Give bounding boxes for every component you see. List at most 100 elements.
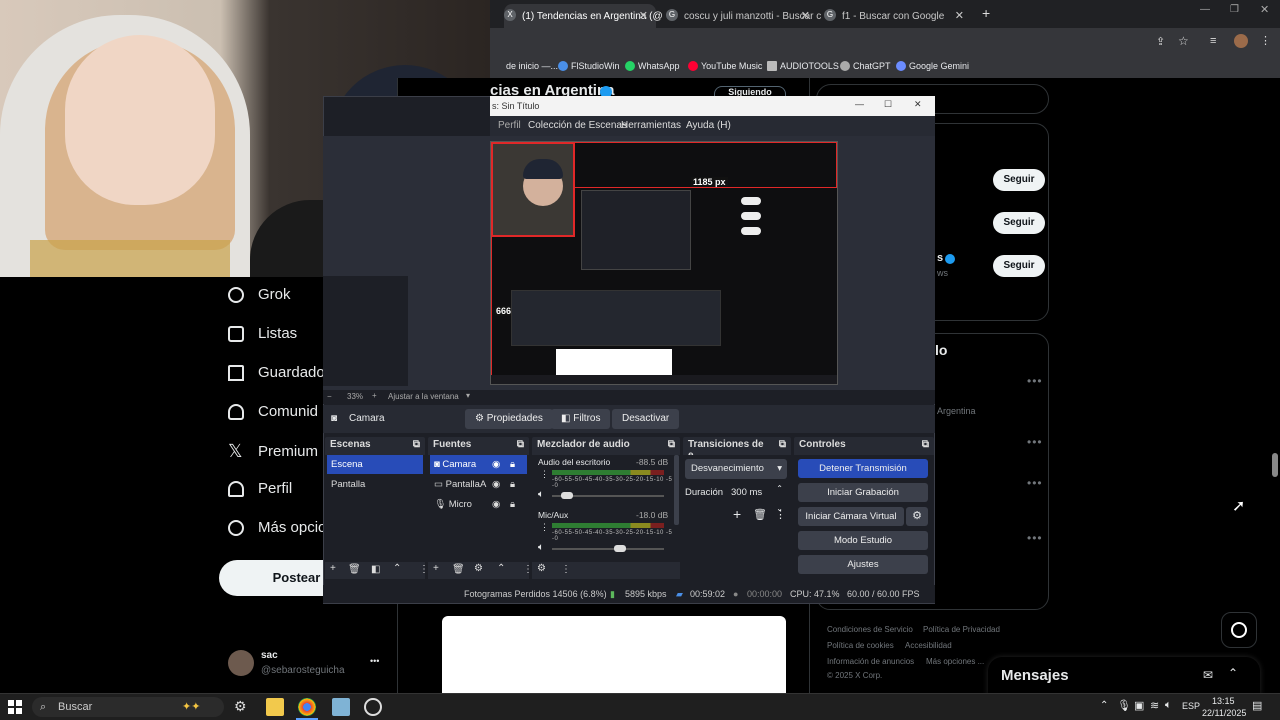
undock-icon[interactable]: ⧉ bbox=[413, 439, 420, 451]
nav-mas-opciones[interactable]: Más opcio bbox=[228, 519, 326, 536]
more-icon[interactable]: ••• bbox=[370, 656, 379, 666]
language-indicator[interactable]: ESP bbox=[1182, 701, 1200, 711]
close-tab-icon[interactable]: ✕ bbox=[639, 9, 648, 22]
close-tab-icon[interactable]: ✕ bbox=[801, 9, 810, 22]
star-icon[interactable]: ☆ bbox=[1178, 34, 1189, 48]
undock-icon[interactable]: ⧉ bbox=[922, 439, 929, 451]
menu-kebab-icon[interactable]: ⋮ bbox=[1260, 34, 1271, 47]
messages-drawer[interactable]: Mensajes ✉ ⌃ bbox=[988, 657, 1260, 695]
bookmark-item[interactable]: Google Gemini bbox=[896, 61, 969, 71]
eye-icon[interactable]: ◉ bbox=[492, 495, 500, 514]
source-item[interactable]: 🎙︎ Micro ◉ 🔒︎ bbox=[430, 495, 527, 514]
bookmark-item[interactable]: WhatsApp bbox=[625, 61, 680, 71]
menu-herramientas[interactable]: Herramientas bbox=[621, 120, 681, 131]
expand-icon[interactable]: ⌃ bbox=[1228, 666, 1238, 680]
nav-premium[interactable]: 𝕏 Premium bbox=[228, 441, 318, 462]
speaker-icon[interactable]: 🔈︎ bbox=[538, 542, 544, 553]
move-up-icon[interactable]: ⌃ bbox=[393, 563, 401, 574]
restore-icon[interactable]: ❐ bbox=[1230, 4, 1239, 15]
trash-icon[interactable]: 🗑︎ bbox=[753, 508, 767, 521]
bookmark-item[interactable]: YouTube Music bbox=[688, 61, 762, 71]
studio-mode-button[interactable]: Modo Estudio bbox=[798, 531, 928, 550]
volume-slider[interactable] bbox=[552, 545, 664, 552]
follow-button[interactable]: Seguir bbox=[993, 255, 1045, 277]
obs-icon[interactable] bbox=[364, 698, 382, 716]
nav-grok[interactable]: Grok bbox=[228, 286, 291, 303]
add-icon[interactable]: + bbox=[733, 506, 741, 522]
properties-button[interactable]: ⚙ Propiedades bbox=[465, 409, 553, 429]
footer-link[interactable]: Política de Privacidad bbox=[923, 625, 1000, 634]
bookmark-item[interactable]: AUDIOTOOLS bbox=[767, 61, 839, 71]
minimize-icon[interactable]: — bbox=[855, 99, 864, 109]
more-icon[interactable]: ••• bbox=[1027, 374, 1043, 388]
bookmark-item[interactable]: ChatGPT bbox=[840, 61, 891, 71]
address-bar[interactable]: ⇪ ☆ ≡ ⋮ bbox=[490, 28, 1280, 56]
taskbar-search[interactable]: ⌕ Buscar ✦✦ bbox=[32, 697, 224, 717]
bookmark-item[interactable]: FlStudioWin bbox=[558, 61, 620, 71]
source-item[interactable]: ◙ Camara ◉ 🔒︎ bbox=[430, 455, 527, 474]
filters-button[interactable]: ◧ Filtros bbox=[551, 409, 611, 429]
nav-listas[interactable]: Listas bbox=[228, 325, 297, 342]
kebab-icon[interactable]: ⋮ bbox=[540, 522, 549, 533]
tab-f1[interactable]: G f1 - Buscar con Google ✕ bbox=[824, 4, 972, 28]
footer-link[interactable]: Política de cookies bbox=[827, 641, 894, 650]
maximize-icon[interactable]: ☐ bbox=[884, 99, 892, 110]
deactivate-button[interactable]: Desactivar bbox=[612, 409, 680, 429]
nav-perfil[interactable]: Perfil bbox=[228, 480, 292, 497]
fit-window[interactable]: Ajustar a la ventana bbox=[388, 392, 459, 401]
nav-comunidades[interactable]: Comunid bbox=[228, 403, 318, 420]
volume-icon[interactable]: 🔈︎ bbox=[1165, 699, 1172, 712]
undock-icon[interactable]: ⧉ bbox=[517, 439, 524, 451]
slider-handle[interactable] bbox=[560, 492, 573, 499]
scene-item[interactable]: Pantalla bbox=[327, 475, 423, 494]
start-recording-button[interactable]: Iniciar Grabación bbox=[798, 483, 928, 502]
minimize-icon[interactable]: — bbox=[1200, 4, 1210, 15]
close-window-icon[interactable]: ✕ bbox=[1260, 3, 1269, 16]
grok-button[interactable] bbox=[1221, 612, 1257, 648]
trash-icon[interactable]: 🗑︎ bbox=[348, 564, 361, 575]
transition-select[interactable]: Desvanecimiento ▾ bbox=[685, 459, 787, 479]
install-icon[interactable]: ⇪ bbox=[1156, 35, 1165, 48]
lock-icon[interactable]: 🔒︎ bbox=[510, 495, 515, 514]
source-item[interactable]: ▭ PantallaA ◉ 🔒︎ bbox=[430, 475, 527, 494]
tab-coscu[interactable]: G coscu y juli manzotti - Buscar c ✕ bbox=[666, 4, 821, 28]
eye-icon[interactable]: ◉ bbox=[492, 475, 500, 494]
add-icon[interactable]: + bbox=[330, 563, 336, 574]
kebab-icon[interactable]: ⋮ bbox=[775, 508, 786, 521]
clock-time[interactable]: 13:15 bbox=[1212, 696, 1235, 706]
zoom-out-icon[interactable]: − bbox=[327, 392, 332, 401]
new-tab-button[interactable]: + bbox=[982, 5, 990, 21]
menu-coleccion[interactable]: Colección de Escenas bbox=[528, 120, 627, 131]
volume-slider[interactable] bbox=[552, 492, 664, 499]
undock-icon[interactable]: ⧉ bbox=[668, 439, 675, 451]
nav-guardados[interactable]: Guardados bbox=[228, 364, 332, 381]
scene-item[interactable]: Escena bbox=[327, 455, 423, 474]
virtual-camera-button[interactable]: Iniciar Cámara Virtual bbox=[798, 507, 904, 526]
footer-link[interactable]: Accesibilidad bbox=[905, 641, 952, 650]
new-message-icon[interactable]: ✉ bbox=[1203, 668, 1213, 682]
footer-link[interactable]: Más opciones ... bbox=[926, 657, 984, 666]
scrollbar[interactable] bbox=[674, 455, 679, 525]
chevron-up-icon[interactable]: ⌃ bbox=[1100, 700, 1108, 711]
undock-icon[interactable]: ⧉ bbox=[779, 439, 786, 451]
notification-icon[interactable]: ▤ bbox=[1252, 699, 1262, 712]
clock-date[interactable]: 22/11/2025 bbox=[1202, 708, 1246, 718]
preview-canvas[interactable]: 1185 px 666 px bbox=[490, 141, 838, 385]
lock-icon[interactable]: 🔒︎ bbox=[510, 475, 515, 494]
kebab-icon[interactable]: ⋮ bbox=[561, 564, 571, 575]
tab-tendencias[interactable]: X (1) Tendencias en Argentina (@ ✕ bbox=[504, 4, 663, 28]
trash-icon[interactable]: 🗑︎ bbox=[452, 564, 465, 575]
speaker-icon[interactable]: 🔈︎ bbox=[538, 489, 544, 500]
follow-button[interactable]: Seguir bbox=[993, 212, 1045, 234]
windows-start-icon[interactable] bbox=[7, 699, 23, 715]
file-explorer-icon[interactable] bbox=[266, 698, 284, 716]
close-icon[interactable]: ✕ bbox=[914, 99, 922, 110]
gear-icon[interactable]: ⚙ bbox=[537, 563, 546, 574]
wifi-icon[interactable]: ≋ bbox=[1150, 699, 1159, 712]
settings-icon[interactable]: ⚙ bbox=[234, 698, 252, 716]
avatar[interactable] bbox=[1234, 34, 1248, 48]
mic-icon[interactable]: 🎙︎ bbox=[1117, 699, 1131, 712]
add-icon[interactable]: + bbox=[433, 563, 439, 574]
kebab-icon[interactable]: ⋮ bbox=[540, 469, 549, 480]
chevron-down-icon[interactable]: ▾ bbox=[466, 391, 470, 400]
